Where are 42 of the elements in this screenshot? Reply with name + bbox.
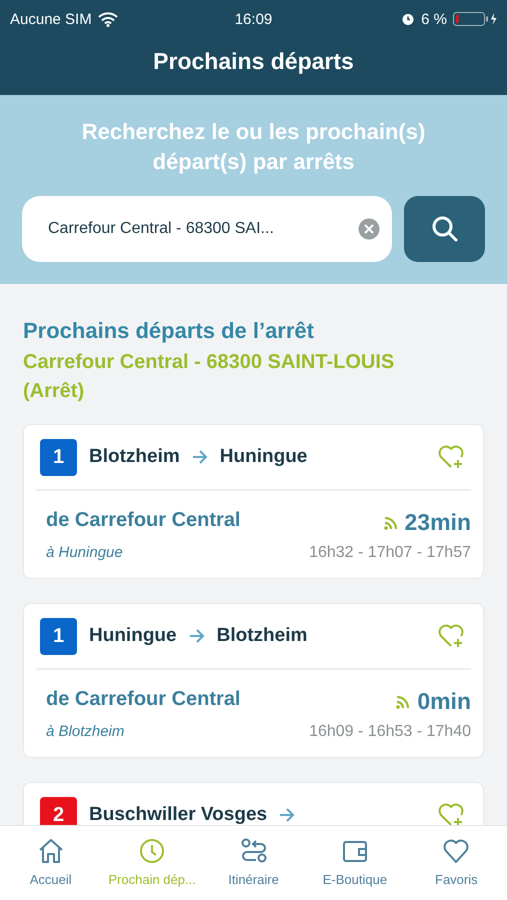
stop-name: Carrefour Central - 68300 SAINT-LOUIS (Arrêt)	[23, 350, 396, 404]
line-badge: 1	[40, 438, 77, 476]
battery-percent: 6 %	[421, 10, 447, 28]
arrow-icon	[279, 808, 296, 822]
tab-item[interactable]: Itinéraire	[202, 826, 304, 900]
route-origin: Buschwiller Vosges	[89, 804, 268, 825]
tab-item[interactable]: Accueil	[0, 826, 102, 900]
route-origin: Blotzheim	[89, 446, 180, 468]
departure-stop: de Carrefour Central	[46, 509, 242, 534]
departure-times: 16h09 - 16h53 - 17h40	[309, 723, 471, 742]
direction-text: à Huningue	[46, 544, 124, 562]
route-destination: Blotzheim	[216, 625, 308, 648]
clear-icon[interactable]	[358, 218, 380, 240]
search-button[interactable]	[404, 196, 485, 262]
page-title: Prochains départs	[152, 47, 355, 76]
wait-time: 23min	[404, 509, 471, 536]
departure-times: 16h32 - 17h07 - 17h57	[309, 544, 471, 562]
departure-stop: de Carrefour Central	[46, 688, 242, 712]
tab-item[interactable]: E-Boutique	[304, 826, 406, 900]
arrow-icon	[188, 629, 205, 644]
departure-card[interactable]: 2 Buschwiller Vosges	[23, 782, 484, 825]
alarm-icon	[401, 12, 416, 26]
direction-text: à Blotzheim	[46, 723, 126, 742]
battery-icon	[452, 12, 497, 26]
search-prompt: Recherchez le ou les prochain(s) départ(s) par arrêts	[80, 118, 426, 176]
search-field[interactable]: Carrefour Central - 68300 SAI...	[22, 196, 392, 262]
departure-card[interactable]: 1 Huningue Blotzheim de Carrefour Central 0min à Blotzheim 16h09 - 16h53 - 17h40	[23, 603, 484, 758]
route-origin: Huningue	[89, 625, 177, 648]
line-badge: 2	[40, 796, 77, 825]
wifi-icon	[98, 12, 118, 26]
search-icon	[430, 215, 458, 244]
realtime-icon	[382, 514, 399, 531]
tab-item[interactable]: Favoris	[406, 826, 507, 900]
carrier-name: Aucune SIM	[10, 10, 92, 28]
results-heading: Prochains départs de l’arrêt	[23, 318, 315, 344]
route-destination: Huningue	[220, 446, 308, 468]
wait-time: 0min	[417, 688, 471, 716]
line-badge: 1	[40, 618, 77, 655]
departure-card[interactable]: 1 Blotzheim Huningue de Carrefour Central 23min à Huningue 16h32 - 17h07 - 17h57	[23, 424, 484, 580]
arrow-icon	[192, 450, 208, 464]
realtime-icon	[395, 694, 412, 710]
clock-time: 16:09	[234, 10, 272, 28]
